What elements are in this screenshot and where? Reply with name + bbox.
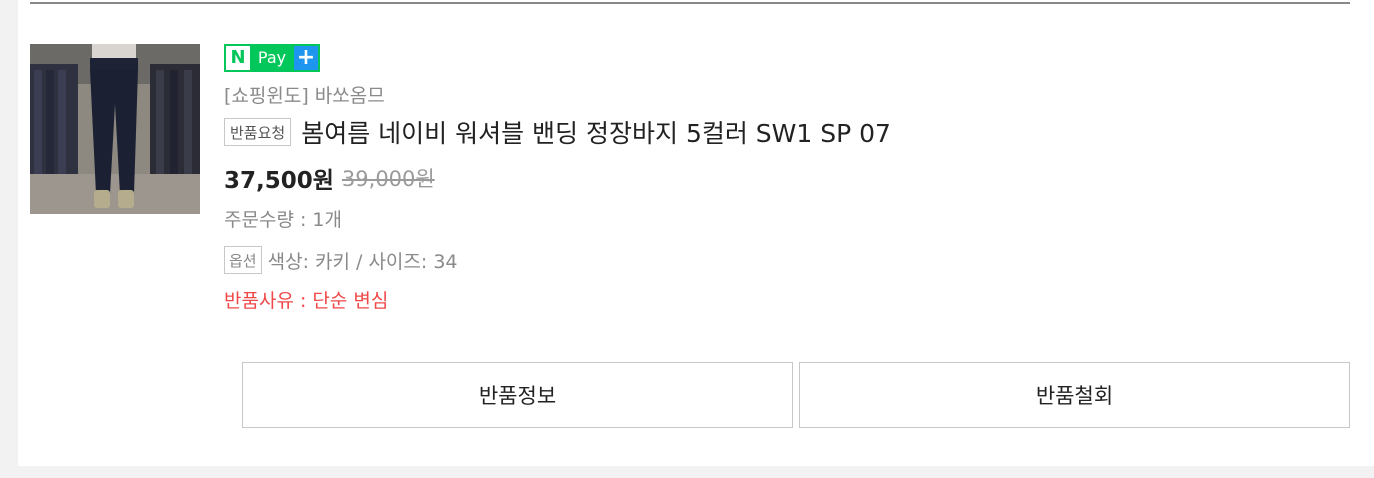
product-title[interactable]: 봄여름 네이비 워셔블 밴딩 정장바지 5컬러 SW1 SP 07: [301, 114, 891, 150]
naverpay-plus-badge: N Pay +: [224, 44, 320, 72]
plus-icon: +: [294, 46, 318, 70]
option-badge: 옵션: [224, 246, 262, 274]
option-text: 색상: 카키 / 사이즈: 34: [267, 250, 458, 273]
return-request-badge: 반품요청: [224, 118, 292, 146]
original-price: 39,000원: [341, 167, 435, 191]
price-row: 37,500원 39,000원: [224, 161, 1334, 195]
order-quantity: 주문수량 : 1개: [224, 209, 342, 231]
store-name[interactable]: [쇼핑윈도] 바쏘옴므: [224, 82, 1334, 110]
return-reason: 반품사유 : 단순 변심: [224, 290, 389, 312]
top-divider: [30, 2, 1350, 4]
return-cancel-button[interactable]: 반품철회: [799, 362, 1350, 428]
sale-price: 37,500원: [224, 168, 334, 194]
return-info-button[interactable]: 반품정보: [242, 362, 793, 428]
product-thumbnail[interactable]: [30, 44, 200, 214]
title-row: 반품요청 봄여름 네이비 워셔블 밴딩 정장바지 5컬러 SW1 SP 07: [224, 115, 1334, 149]
pay-label: Pay: [250, 46, 294, 70]
naver-n-logo: N: [226, 46, 250, 70]
option-row: 옵션 색상: 카키 / 사이즈: 34: [224, 245, 1334, 275]
product-info: N Pay + [쇼핑윈도] 바쏘옴므 반품요청 봄여름 네이비 워셔블 밴딩 …: [224, 44, 1334, 315]
